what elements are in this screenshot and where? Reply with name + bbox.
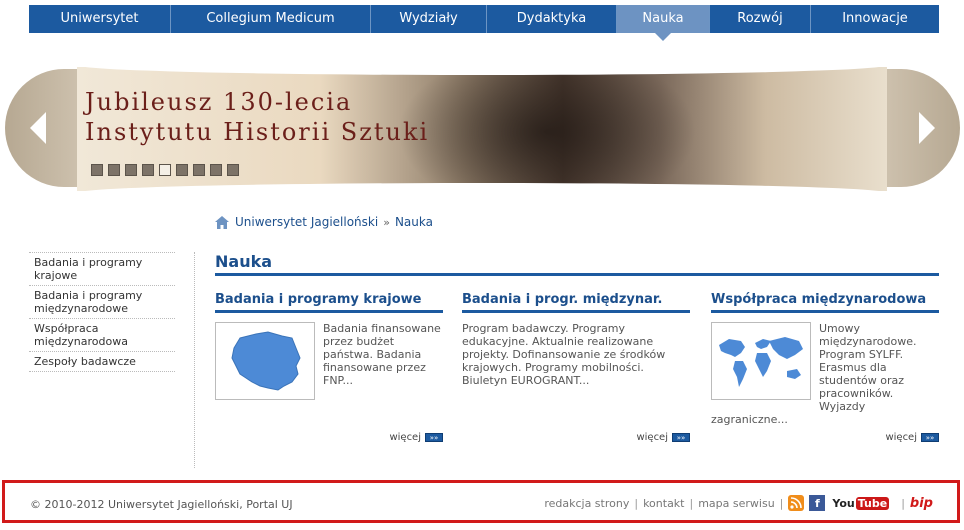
more-link-label: więcej bbox=[636, 432, 668, 443]
section-heading[interactable]: Badania i programy krajowe bbox=[215, 292, 443, 313]
banner-pagination bbox=[91, 164, 244, 176]
banner-slider: Jubileusz 130-lecia Instytutu Historii S… bbox=[5, 67, 960, 191]
sidebar-menu: Badania i programy krajowe Badania i pro… bbox=[29, 252, 175, 372]
top-navigation: Uniwersytet Collegium Medicum Wydziały D… bbox=[29, 5, 939, 41]
section-wspolpraca: Współpraca międzynarodowa Umowy międzyna… bbox=[711, 292, 939, 443]
arrow-left-icon[interactable] bbox=[23, 110, 53, 146]
double-arrow-icon: »» bbox=[672, 433, 690, 442]
section-text: Program badawczy. Programy edukacyjne. A… bbox=[462, 322, 666, 387]
sidebar-item-zespoly[interactable]: Zespoły badawcze bbox=[29, 351, 175, 372]
nav-item-nauka[interactable]: Nauka bbox=[617, 5, 710, 41]
double-arrow-icon: »» bbox=[921, 433, 939, 442]
more-link-label: więcej bbox=[885, 432, 917, 443]
banner-dot[interactable] bbox=[193, 164, 205, 176]
page-title: Nauka bbox=[215, 252, 939, 276]
footer: © 2010-2012 Uniwersytet Jagielloński, Po… bbox=[2, 480, 960, 523]
banner-dot[interactable] bbox=[227, 164, 239, 176]
sidebar-item-wspolpraca[interactable]: Współpraca międzynarodowa bbox=[29, 318, 175, 351]
banner-dot[interactable] bbox=[142, 164, 154, 176]
section-badania-miedzynarodowe: Badania i progr. międzynar. Program bada… bbox=[462, 292, 690, 443]
nav-item-dydaktyka[interactable]: Dydaktyka bbox=[487, 5, 617, 33]
home-icon[interactable] bbox=[215, 215, 229, 229]
banner-dot[interactable] bbox=[210, 164, 222, 176]
banner-title-line2: Instytutu Historii Sztuki bbox=[85, 118, 430, 146]
section-heading[interactable]: Badania i progr. międzynar. bbox=[462, 292, 690, 313]
banner-image[interactable]: Jubileusz 130-lecia Instytutu Historii S… bbox=[77, 67, 887, 191]
poland-map-icon[interactable] bbox=[215, 322, 315, 400]
footer-separator: | bbox=[901, 496, 905, 510]
footer-links: redakcja strony | kontakt | mapa serwisu… bbox=[544, 495, 933, 511]
banner-bottom-curve bbox=[77, 183, 887, 191]
breadcrumb-separator: » bbox=[383, 215, 390, 229]
double-arrow-icon: »» bbox=[425, 433, 443, 442]
banner-top-curve bbox=[77, 67, 887, 75]
rss-icon[interactable] bbox=[788, 495, 805, 511]
banner-dot[interactable] bbox=[108, 164, 120, 176]
breadcrumb: Uniwersytet Jagielloński » Nauka bbox=[215, 215, 433, 229]
sidebar-item-badania-miedzynarodowe[interactable]: Badania i programy międzynarodowe bbox=[29, 285, 175, 318]
footer-link-kontakt[interactable]: kontakt bbox=[643, 497, 684, 510]
youtube-tube-text: Tube bbox=[855, 496, 890, 510]
footer-separator: | bbox=[634, 496, 639, 510]
breadcrumb-current[interactable]: Nauka bbox=[395, 215, 433, 229]
banner-dot[interactable] bbox=[125, 164, 137, 176]
nav-item-rozwoj[interactable]: Rozwój bbox=[710, 5, 811, 33]
banner-title-line1: Jubileusz 130-lecia bbox=[85, 88, 353, 116]
more-link[interactable]: więcej »» bbox=[636, 432, 690, 443]
bip-link[interactable]: bip bbox=[910, 496, 933, 511]
footer-link-redakcja[interactable]: redakcja strony bbox=[544, 497, 629, 510]
footer-separator: | bbox=[689, 496, 694, 510]
footer-copyright: © 2010-2012 Uniwersytet Jagielloński, Po… bbox=[30, 498, 293, 511]
footer-link-mapa-serwisu[interactable]: mapa serwisu bbox=[698, 497, 774, 510]
more-link-label: więcej bbox=[389, 432, 421, 443]
youtube-icon[interactable]: You Tube bbox=[830, 495, 891, 511]
breadcrumb-link-home[interactable]: Uniwersytet Jagielloński bbox=[235, 215, 378, 229]
arrow-right-icon[interactable] bbox=[912, 110, 942, 146]
footer-separator: | bbox=[779, 496, 784, 510]
banner-dot[interactable] bbox=[91, 164, 103, 176]
section-badania-krajowe: Badania i programy krajowe Badania finan… bbox=[215, 292, 443, 443]
youtube-you-text: You bbox=[832, 496, 855, 510]
nav-item-collegium-medicum[interactable]: Collegium Medicum bbox=[171, 5, 371, 33]
section-heading[interactable]: Współpraca międzynarodowa bbox=[711, 292, 939, 313]
facebook-icon[interactable]: f bbox=[809, 495, 826, 511]
banner-photo-shade bbox=[397, 67, 697, 191]
banner-title: Jubileusz 130-lecia Instytutu Historii S… bbox=[85, 87, 429, 147]
nav-item-innowacje[interactable]: Innowacje bbox=[811, 5, 939, 33]
nav-item-wydzialy[interactable]: Wydziały bbox=[371, 5, 487, 33]
more-link[interactable]: więcej »» bbox=[389, 432, 443, 443]
more-link[interactable]: więcej »» bbox=[885, 432, 939, 443]
sidebar-item-badania-krajowe[interactable]: Badania i programy krajowe bbox=[29, 252, 175, 285]
banner-dot-active[interactable] bbox=[159, 164, 171, 176]
world-map-icon[interactable] bbox=[711, 322, 811, 400]
banner-dot[interactable] bbox=[176, 164, 188, 176]
nav-item-uniwersytet[interactable]: Uniwersytet bbox=[29, 5, 171, 33]
sidebar-divider bbox=[194, 252, 195, 468]
